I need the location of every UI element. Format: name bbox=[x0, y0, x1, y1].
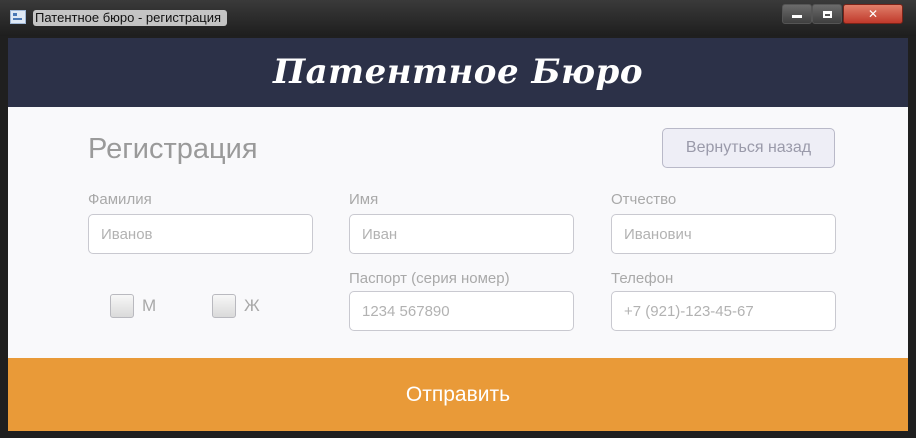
window-title: Патентное бюро - регистрация bbox=[33, 10, 228, 26]
gender-female-checkbox[interactable] bbox=[212, 294, 236, 318]
minimize-button[interactable] bbox=[782, 4, 812, 24]
surname-field[interactable] bbox=[88, 214, 313, 254]
gender-female-label: Ж bbox=[244, 296, 260, 315]
patronymic-label: Отчество bbox=[611, 191, 677, 208]
phone-field[interactable] bbox=[611, 291, 836, 331]
registration-form: Патентное Бюро Регистрация Вернуться наз… bbox=[8, 38, 908, 431]
page-title: Регистрация bbox=[88, 133, 258, 165]
title-bar[interactable]: Патентное бюро - регистрация ✕ bbox=[0, 0, 916, 36]
name-field[interactable] bbox=[349, 214, 574, 254]
app-header: Патентное Бюро bbox=[8, 38, 908, 107]
app-window-icon bbox=[10, 10, 26, 24]
gender-male-label: М bbox=[142, 296, 157, 315]
passport-label: Паспорт (серия номер) bbox=[349, 270, 510, 287]
brand-title: Патентное Бюро bbox=[272, 52, 643, 92]
phone-label: Телефон bbox=[611, 270, 674, 287]
app-window: Патентное бюро - регистрация ✕ Патентное… bbox=[0, 0, 916, 438]
gender-male-checkbox[interactable] bbox=[110, 294, 134, 318]
minimize-icon bbox=[792, 15, 802, 18]
name-label: Имя bbox=[349, 191, 379, 208]
submit-button[interactable]: Отправить bbox=[8, 358, 908, 431]
passport-field[interactable] bbox=[349, 291, 574, 331]
close-button[interactable]: ✕ bbox=[843, 4, 903, 24]
surname-label: Фамилия bbox=[88, 191, 152, 208]
maximize-button[interactable] bbox=[812, 4, 842, 24]
close-icon: ✕ bbox=[867, 7, 879, 21]
maximize-icon bbox=[822, 11, 832, 18]
back-button[interactable]: Вернуться назад bbox=[662, 128, 835, 168]
patronymic-field[interactable] bbox=[611, 214, 836, 254]
